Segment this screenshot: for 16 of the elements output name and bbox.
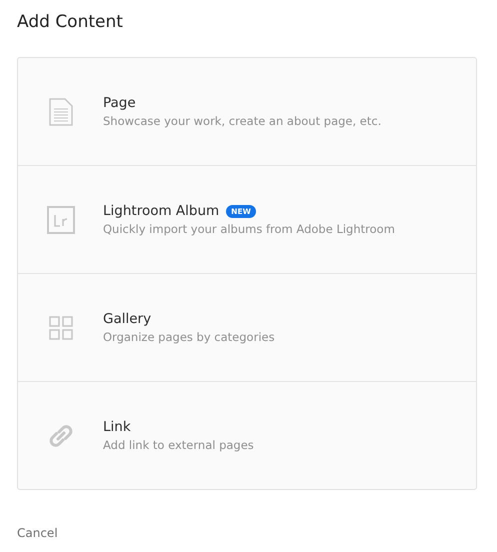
option-description: Showcase your work, create an about page, etc. [103, 114, 382, 128]
option-title: Page [103, 95, 136, 111]
content-option[interactable]: Gallery Organize pages by categories [18, 273, 476, 381]
option-description: Organize pages by categories [103, 330, 275, 344]
lightroom-icon [46, 206, 74, 234]
dialog-title: Add Content [17, 11, 124, 34]
content-option[interactable]: Link Add link to external pages [18, 381, 476, 489]
content-option[interactable]: Page Showcase your work, create an about page, etc. [18, 58, 476, 165]
option-title: Link [103, 419, 131, 435]
document-icon [48, 98, 72, 126]
option-description: Add link to external pages [103, 438, 254, 452]
grid-icon [48, 316, 72, 340]
option-title: Lightroom Album [103, 203, 220, 219]
cancel-link[interactable]: Cancel [17, 526, 58, 540]
option-title: Gallery [103, 311, 152, 327]
option-description: Quickly import your albums from Adobe Lightroom [103, 222, 395, 236]
